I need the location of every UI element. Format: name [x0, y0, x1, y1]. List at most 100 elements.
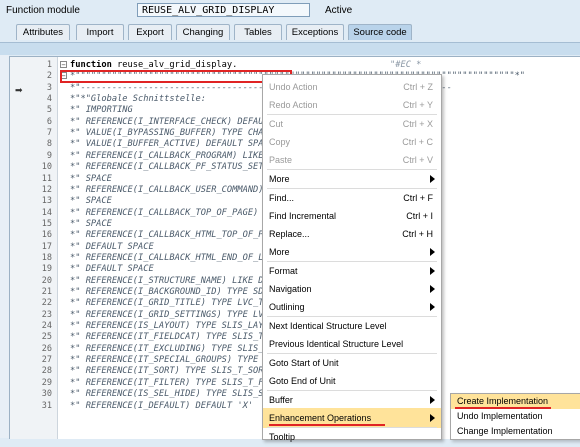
menu-item-label: More	[269, 247, 290, 257]
line-number: 3	[46, 82, 52, 93]
menu-item-goto-end-of-unit[interactable]: Goto End of Unit	[263, 371, 441, 391]
line-number: 15	[41, 218, 52, 229]
code-text: *" IMPORTING	[70, 105, 133, 116]
menu-item-next-identical-structure-level[interactable]: Next Identical Structure Level	[263, 316, 441, 336]
menu-item-label: Find Incremental	[269, 211, 337, 221]
menu-item-paste[interactable]: Paste Ctrl + V	[263, 150, 441, 170]
menu-item-undo-action[interactable]: Undo Action Ctrl + Z	[263, 77, 441, 97]
line-number: 13	[41, 196, 52, 207]
line-number: 28	[41, 366, 52, 377]
tab-tables[interactable]: Tables	[234, 24, 282, 40]
menu-item-shortcut: Ctrl + C	[402, 137, 433, 147]
code-text: *" REFERENCE(I_DEFAULT) DEFAULT 'X'	[70, 400, 254, 411]
menu-item-label: Undo Action	[269, 82, 318, 92]
menu-item-label: Outlining	[269, 302, 305, 312]
line-number: 31	[41, 400, 52, 411]
menu-item-label: Previous Identical Structure Level	[269, 339, 404, 349]
tab-export[interactable]: Export	[128, 24, 172, 40]
menu-item-navigation[interactable]: Navigation	[263, 279, 441, 299]
line-number: 14	[41, 207, 52, 218]
line-number: 5	[46, 105, 52, 116]
code-text: *" VALUE(I_BUFFER_ACTIVE) DEFAULT SPACE	[70, 139, 274, 150]
menu-item-cut[interactable]: Cut Ctrl + X	[263, 114, 441, 134]
menu-item-label: Tooltip	[269, 432, 296, 442]
line-number: 29	[41, 377, 52, 388]
tab-source-code[interactable]: Source code	[348, 24, 412, 40]
code-rest: reuse_alv_grid_display.	[111, 60, 238, 70]
menu-item-copy[interactable]: Copy Ctrl + C	[263, 132, 441, 152]
menu-item-goto-start-of-unit[interactable]: Goto Start of Unit	[263, 353, 441, 373]
line-number: 25	[41, 332, 52, 343]
menu-item-more[interactable]: More	[263, 242, 441, 262]
pragma-comment: "#EC *	[390, 60, 422, 70]
line-number: 21	[41, 287, 52, 297]
context-menu: Undo Action Ctrl + Z Redo Action Ctrl + Y Cu…	[262, 74, 442, 442]
line-number: 2	[46, 71, 52, 82]
menu-item-replace[interactable]: Replace... Ctrl + H	[263, 224, 441, 244]
code-text: *" DEFAULT SPACE	[70, 241, 154, 252]
line-number: 4	[46, 94, 52, 105]
code-text: *" DEFAULT SPACE	[70, 264, 154, 275]
menu-item-shortcut: Ctrl + H	[402, 229, 433, 239]
menu-item-find[interactable]: Find... Ctrl + F	[263, 188, 441, 208]
menu-item-format[interactable]: Format	[263, 261, 441, 281]
line-number: 12	[41, 184, 52, 195]
submenu-item-change-implementation[interactable]: Change Implementation	[451, 424, 580, 439]
menu-item-label: Next Identical Structure Level	[269, 321, 387, 331]
left-splitter[interactable]	[0, 55, 9, 438]
menu-item-more[interactable]: More	[263, 169, 441, 189]
menu-item-tooltip[interactable]: Tooltip	[263, 427, 441, 447]
menu-item-shortcut: Ctrl + I	[406, 211, 433, 221]
menu-item-shortcut: Ctrl + Z	[403, 82, 433, 92]
menu-item-buffer[interactable]: Buffer	[263, 390, 441, 410]
menu-item-label: Buffer	[269, 395, 293, 405]
submenu-item-undo-implementation[interactable]: Undo Implementation	[451, 409, 580, 424]
menu-item-label: Cut	[269, 119, 284, 129]
menu-item-label: Find...	[269, 193, 295, 203]
menu-item-label: More	[269, 174, 290, 184]
menu-item-outlining[interactable]: Outlining	[263, 297, 441, 317]
menu-item-shortcut: Ctrl + V	[402, 155, 433, 165]
submenu-arrow-icon	[430, 248, 435, 256]
menu-item-enhancement-operations[interactable]: Enhancement Operations	[263, 408, 441, 428]
line-number: 24	[41, 321, 52, 332]
header-bar: Function module REUSE_ALV_GRID_DISPLAY A…	[0, 0, 580, 21]
code-text: *" SPACE	[70, 196, 112, 207]
menu-item-label: Goto Start of Unit	[269, 358, 339, 368]
toolbar-band	[0, 42, 580, 55]
line-number: 11	[41, 173, 52, 184]
line-number: 23	[41, 309, 52, 320]
menu-item-label: Goto End of Unit	[269, 376, 336, 386]
menu-item-label: Replace...	[269, 229, 310, 239]
menu-item-shortcut: Ctrl + F	[403, 193, 433, 203]
submenu-arrow-icon	[430, 303, 435, 311]
enhancement-submenu: Create Implementation Undo Implementation…	[450, 393, 580, 440]
menu-item-find-incremental[interactable]: Find Incremental Ctrl + I	[263, 206, 441, 226]
fold-toggle-icon[interactable]: −	[60, 61, 67, 69]
tab-import[interactable]: Import	[76, 24, 124, 40]
tab-exceptions[interactable]: Exceptions	[286, 24, 344, 40]
tab-strip: Attributes Import Export Changing Tables…	[0, 22, 580, 42]
line-number: 6	[46, 116, 52, 127]
menu-item-label: Format	[269, 266, 298, 276]
tab-changing[interactable]: Changing	[176, 24, 230, 40]
submenu-arrow-icon	[430, 396, 435, 404]
line-number: 19	[41, 264, 52, 275]
line-number: 17	[41, 241, 52, 252]
function-module-label: Function module	[6, 5, 80, 16]
menu-item-label: Copy	[269, 137, 291, 147]
menu-item-previous-identical-structure-level[interactable]: Previous Identical Structure Level	[263, 334, 441, 354]
line-number: 1	[46, 60, 52, 70]
line-number: 26	[41, 343, 52, 354]
menu-item-redo-action[interactable]: Redo Action Ctrl + Y	[263, 95, 441, 115]
tab-attributes[interactable]: Attributes	[16, 24, 70, 40]
code-text: *" SPACE	[70, 218, 112, 229]
menu-item-label: Redo Action	[269, 100, 318, 110]
function-module-field[interactable]: REUSE_ALV_GRID_DISPLAY	[137, 3, 310, 17]
line-number: 30	[41, 389, 52, 400]
line-number: 10	[41, 162, 52, 173]
line-number: 20	[41, 275, 52, 286]
submenu-arrow-icon	[430, 414, 435, 422]
submenu-item-create-implementation[interactable]: Create Implementation	[451, 394, 580, 409]
line-number: 18	[41, 252, 52, 263]
